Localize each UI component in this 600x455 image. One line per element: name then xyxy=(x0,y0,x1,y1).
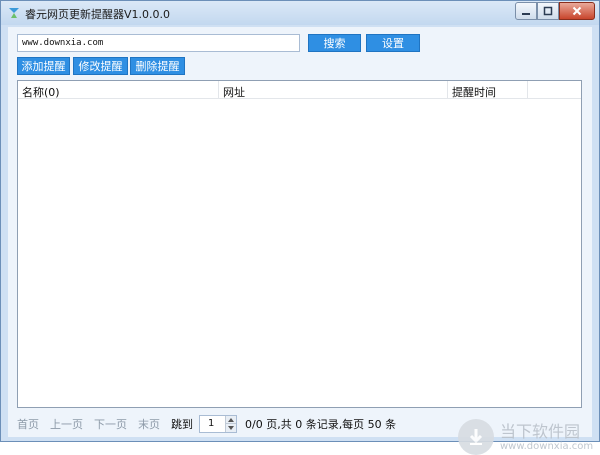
jump-label: 跳到 xyxy=(171,418,193,431)
watermark-logo-mark xyxy=(469,429,483,445)
pager-first[interactable]: 首页 xyxy=(17,416,39,432)
pager-prev[interactable]: 上一页 xyxy=(50,416,83,432)
client-area: 搜索 设置 添加提醒 修改提醒 删除提醒 名称(0) 网址 提醒时间 首页 上一… xyxy=(8,27,593,455)
table-header: 名称(0) 网址 提醒时间 xyxy=(18,81,581,99)
title-bar[interactable]: 睿元网页更新提醒器V1.0.0.0 xyxy=(1,1,599,25)
spin-down-icon xyxy=(228,426,234,430)
minimize-button[interactable] xyxy=(515,2,537,20)
page-spinner[interactable]: 1 xyxy=(199,415,237,433)
page-info: 0/0 页,共 0 条记录,每页 50 条 xyxy=(245,418,397,431)
watermark-text: 当下软件园 www.downxia.com xyxy=(500,421,594,452)
settings-button[interactable]: 设置 xyxy=(366,34,420,52)
pager: 首页 上一页 下一页 末页 跳到 1 0/0 页,共 0 条记录,每页 50 条 xyxy=(17,415,396,433)
maximize-button[interactable] xyxy=(537,2,559,20)
spin-up-icon xyxy=(228,417,234,422)
spin-up-button[interactable] xyxy=(225,416,236,424)
watermark-url: www.downxia.com xyxy=(500,440,594,452)
column-header-blank[interactable] xyxy=(528,81,581,99)
close-icon xyxy=(572,6,582,16)
column-header-time[interactable]: 提醒时间 xyxy=(448,81,528,99)
spin-down-button[interactable] xyxy=(225,424,236,432)
url-input[interactable] xyxy=(17,34,300,52)
edit-reminder-button[interactable]: 修改提醒 xyxy=(73,57,128,75)
maximize-icon xyxy=(543,6,553,16)
add-reminder-button[interactable]: 添加提醒 xyxy=(17,57,70,75)
delete-reminder-button[interactable]: 删除提醒 xyxy=(130,57,185,75)
app-window: 睿元网页更新提醒器V1.0.0.0 搜索 设置 添加提醒 修改提醒 删除提醒 名… xyxy=(0,0,600,455)
watermark: 当下软件园 www.downxia.com xyxy=(458,419,593,455)
window-title: 睿元网页更新提醒器V1.0.0.0 xyxy=(25,8,171,21)
search-button[interactable]: 搜索 xyxy=(308,34,361,52)
close-button[interactable] xyxy=(559,2,595,20)
minimize-icon xyxy=(522,13,530,15)
pager-next[interactable]: 下一页 xyxy=(94,416,127,432)
column-header-name[interactable]: 名称(0) xyxy=(18,81,219,99)
reminder-table[interactable]: 名称(0) 网址 提醒时间 xyxy=(17,80,582,408)
watermark-logo xyxy=(458,419,494,455)
page-number-value[interactable]: 1 xyxy=(208,418,214,429)
column-header-url[interactable]: 网址 xyxy=(219,81,448,99)
app-icon xyxy=(9,8,19,18)
pager-last[interactable]: 末页 xyxy=(138,416,160,432)
watermark-name: 当下软件园 xyxy=(500,421,581,441)
